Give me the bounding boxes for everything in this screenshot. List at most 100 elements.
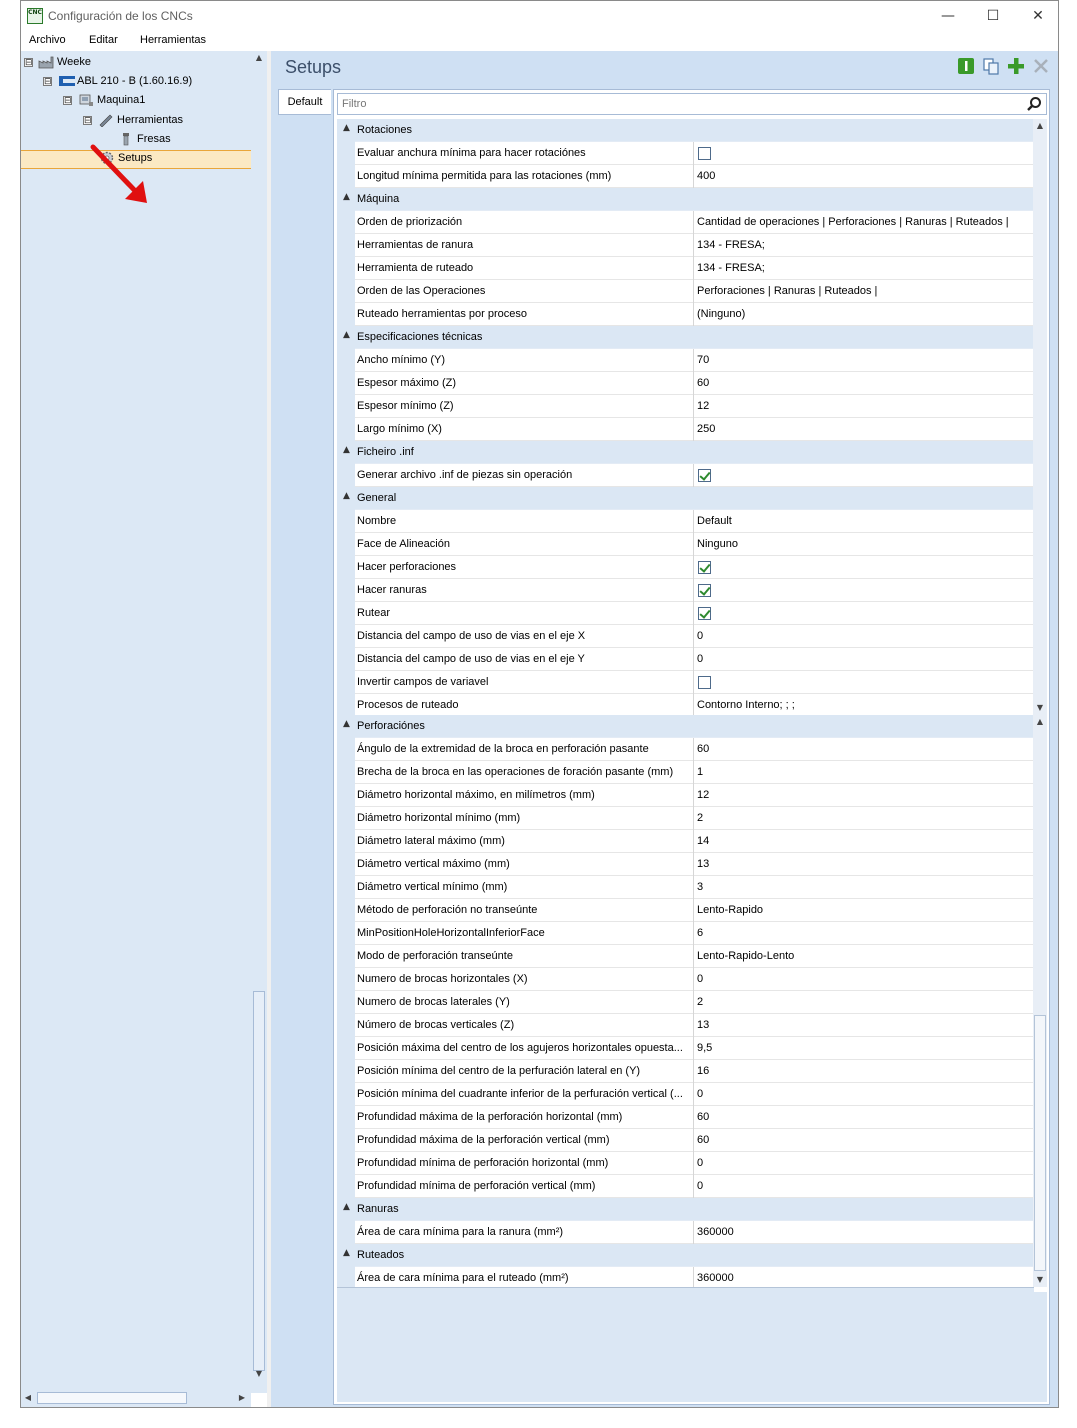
tab-default[interactable]: Default: [278, 89, 331, 115]
property-row[interactable]: Hacer ranuras: [337, 578, 1034, 602]
property-row[interactable]: Número de brocas verticales (Z) 13: [337, 1013, 1034, 1037]
scroll-up-arrow-icon[interactable]: ▲: [252, 51, 266, 65]
grid-bottom-scrollbar[interactable]: ▲ ▼: [1033, 715, 1047, 1287]
checkbox[interactable]: [698, 469, 711, 482]
property-value[interactable]: 60: [695, 738, 1033, 761]
property-value[interactable]: 60: [695, 372, 1033, 395]
property-row[interactable]: Espesor máximo (Z) 60: [337, 371, 1034, 395]
property-row[interactable]: Diámetro vertical mínimo (mm) 3: [337, 875, 1034, 899]
property-row[interactable]: Diámetro vertical máximo (mm) 13: [337, 852, 1034, 876]
property-value[interactable]: 0: [695, 625, 1033, 648]
property-value[interactable]: Lento-Rapido-Lento: [695, 945, 1033, 968]
close-button[interactable]: ✕: [1018, 5, 1058, 27]
property-row[interactable]: Face de Alineación Ninguno: [337, 532, 1034, 556]
scroll-down-arrow-icon[interactable]: ▼: [252, 1367, 266, 1381]
property-row[interactable]: Hacer perforaciones: [337, 555, 1034, 579]
property-value[interactable]: 400: [695, 165, 1033, 188]
tree-horizontal-scrollbar[interactable]: ◀ ▶: [21, 1389, 251, 1407]
grid-top-scrollbar[interactable]: ▲ ▼: [1033, 119, 1047, 715]
collapse-icon[interactable]: ▲: [343, 719, 350, 729]
property-row[interactable]: Brecha de la broca en las operaciones de…: [337, 760, 1034, 784]
category-row[interactable]: ▲ General: [337, 487, 1034, 510]
property-value[interactable]: Perforaciones | Ranuras | Ruteados |: [695, 280, 1033, 303]
tree-expander-abl210[interactable]: ⊟: [43, 77, 52, 86]
property-row[interactable]: Modo de perforación transeúnte Lento-Rap…: [337, 944, 1034, 968]
property-value[interactable]: 60: [695, 1106, 1033, 1129]
category-row[interactable]: ▲ Especificaciones técnicas: [337, 326, 1034, 349]
scroll-up-arrow-icon[interactable]: ▲: [1033, 119, 1047, 133]
property-value[interactable]: (Ninguno): [695, 303, 1033, 326]
property-row[interactable]: Herramienta de ruteado 134 - FRESA;: [337, 256, 1034, 280]
property-row[interactable]: Ancho mínimo (Y) 70: [337, 348, 1034, 372]
checkbox[interactable]: [698, 607, 711, 620]
property-row[interactable]: Profundidad mínima de perforación vertic…: [337, 1174, 1034, 1198]
property-row[interactable]: Profundidad mínima de perforación horizo…: [337, 1151, 1034, 1175]
property-row[interactable]: Área de cara mínima para la ranura (mm²)…: [337, 1220, 1034, 1244]
property-row[interactable]: Procesos de ruteado Contorno Interno; ; …: [337, 693, 1034, 715]
property-row[interactable]: MinPositionHoleHorizontalInferiorFace 6: [337, 921, 1034, 945]
property-row[interactable]: Numero de brocas laterales (Y) 2: [337, 990, 1034, 1014]
property-value[interactable]: 134 - FRESA;: [695, 257, 1033, 280]
tree-item-abl210[interactable]: ⊟ ABL 210 - B (1.60.16.9): [21, 72, 251, 91]
property-row[interactable]: Posición máxima del centro de los agujer…: [337, 1036, 1034, 1060]
property-row[interactable]: Distancia del campo de uso de vias en el…: [337, 647, 1034, 671]
property-value[interactable]: [695, 671, 1033, 694]
scroll-right-arrow-icon[interactable]: ▶: [235, 1391, 249, 1405]
tree-vertical-scrollbar[interactable]: ▲ ▼: [251, 51, 267, 1381]
tree-hscroll-thumb[interactable]: [37, 1392, 187, 1404]
property-value[interactable]: [695, 464, 1033, 487]
property-row[interactable]: Diámetro horizontal máximo, en milímetro…: [337, 783, 1034, 807]
category-row[interactable]: ▲ Perforaciónes: [337, 715, 1034, 738]
property-row[interactable]: Orden de las Operaciones Perforaciones |…: [337, 279, 1034, 303]
property-row[interactable]: Nombre Default: [337, 509, 1034, 533]
delete-icon[interactable]: [1032, 57, 1050, 75]
property-row[interactable]: Posición mínima del centro de la perfura…: [337, 1059, 1034, 1083]
property-value[interactable]: 360000: [695, 1267, 1033, 1287]
property-value[interactable]: 1: [695, 761, 1033, 784]
property-row[interactable]: Rutear: [337, 601, 1034, 625]
copy-icon[interactable]: [982, 57, 1000, 75]
property-value[interactable]: Lento-Rapido: [695, 899, 1033, 922]
minimize-button[interactable]: —: [928, 5, 968, 27]
property-value[interactable]: 0: [695, 1083, 1033, 1106]
tree-item-weeke[interactable]: ⊟ Weeke: [21, 53, 251, 72]
property-value[interactable]: 0: [695, 1175, 1033, 1198]
collapse-icon[interactable]: ▲: [343, 445, 350, 455]
collapse-icon[interactable]: ▲: [343, 192, 350, 202]
property-row[interactable]: Evaluar anchura mínima para hacer rotaci…: [337, 141, 1034, 165]
property-value[interactable]: 3: [695, 876, 1033, 899]
property-row[interactable]: Ruteado herramientas por proceso (Ningun…: [337, 302, 1034, 326]
property-value[interactable]: 2: [695, 807, 1033, 830]
property-value[interactable]: [695, 556, 1033, 579]
property-row[interactable]: Ángulo de la extremidad de la broca en p…: [337, 737, 1034, 761]
property-value[interactable]: 250: [695, 418, 1033, 441]
property-row[interactable]: Distancia del campo de uso de vias en el…: [337, 624, 1034, 648]
property-value[interactable]: Ninguno: [695, 533, 1033, 556]
property-value[interactable]: 134 - FRESA;: [695, 234, 1033, 257]
checkbox[interactable]: [698, 584, 711, 597]
property-value[interactable]: 0: [695, 1152, 1033, 1175]
collapse-icon[interactable]: ▲: [343, 1248, 350, 1258]
menu-editar[interactable]: Editar: [89, 34, 118, 46]
collapse-icon[interactable]: ▲: [343, 123, 350, 133]
property-value[interactable]: 16: [695, 1060, 1033, 1083]
category-row[interactable]: ▲ Ficheiro .inf: [337, 441, 1034, 464]
category-row[interactable]: ▲ Ranuras: [337, 1198, 1034, 1221]
tree-item-maquina1[interactable]: ⊟ Maquina1: [21, 91, 251, 110]
property-row[interactable]: Diámetro horizontal mínimo (mm) 2: [337, 806, 1034, 830]
property-row[interactable]: Área de cara mínima para el ruteado (mm²…: [337, 1266, 1034, 1287]
tree-scroll-thumb[interactable]: [253, 991, 265, 1371]
category-row[interactable]: ▲ Máquina: [337, 188, 1034, 211]
property-value[interactable]: [695, 142, 1033, 165]
property-value[interactable]: 2: [695, 991, 1033, 1014]
property-row[interactable]: Orden de priorización Cantidad de operac…: [337, 210, 1034, 234]
property-value[interactable]: 12: [695, 395, 1033, 418]
menu-herramientas[interactable]: Herramientas: [140, 34, 206, 46]
scroll-up-arrow-icon[interactable]: ▲: [1033, 715, 1047, 729]
collapse-icon[interactable]: ▲: [343, 330, 350, 340]
add-icon[interactable]: [1007, 57, 1025, 75]
property-row[interactable]: Diámetro lateral máximo (mm) 14: [337, 829, 1034, 853]
scroll-down-arrow-icon[interactable]: ▼: [1033, 1273, 1047, 1287]
scroll-left-arrow-icon[interactable]: ◀: [21, 1391, 35, 1405]
property-value[interactable]: Cantidad de operaciones | Perforaciones …: [695, 211, 1033, 234]
